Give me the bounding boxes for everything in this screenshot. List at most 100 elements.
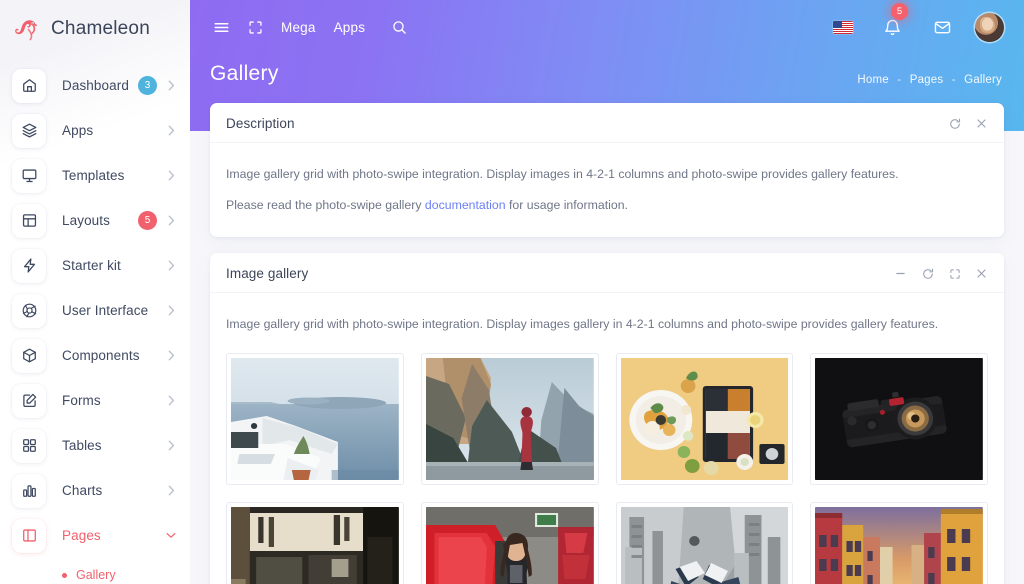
documentation-link[interactable]: documentation: [425, 198, 506, 212]
sidebar-item-starter-kit[interactable]: Starter kit: [0, 243, 190, 288]
chevron-right-icon: [166, 395, 176, 406]
gallery-image-japan: [231, 507, 399, 584]
breadcrumb-pages[interactable]: Pages: [910, 74, 944, 86]
gallery-image-rooftop: [620, 507, 789, 584]
sidebar-item-tables[interactable]: Tables: [0, 423, 190, 468]
chevron-right-icon: [166, 260, 176, 271]
sidebar-item-label: Components: [62, 348, 140, 363]
fullscreen-icon[interactable]: [238, 10, 272, 44]
edit-square-icon: [12, 383, 46, 418]
avatar[interactable]: [975, 12, 1004, 42]
chevron-right-icon: [166, 440, 176, 451]
sidebar-item-pages[interactable]: Pages: [0, 513, 190, 558]
sidebar-item-templates[interactable]: Templates: [0, 153, 190, 198]
sidebar-item-label: Apps: [62, 123, 94, 138]
gallery-item[interactable]: [420, 502, 599, 584]
bolt-icon: [12, 248, 46, 283]
topbar-mega-link[interactable]: Mega: [272, 10, 325, 44]
page-title: Gallery: [210, 62, 279, 85]
grid-icon: [12, 428, 46, 463]
sidebar-item-dashboard[interactable]: Dashboard 3: [0, 63, 190, 108]
sidebar-item-label: Starter kit: [62, 258, 121, 273]
breadcrumb-gallery[interactable]: Gallery: [964, 74, 1002, 86]
chevron-down-icon: [166, 532, 176, 539]
sidebar-item-label: Charts: [62, 483, 103, 498]
sidebar-item-forms[interactable]: Forms: [0, 378, 190, 423]
monitor-icon: [12, 158, 46, 193]
sidebar-badge: 3: [138, 76, 157, 95]
sidebar-item-charts[interactable]: Charts: [0, 468, 190, 513]
page-header: Gallery Home - Pages - Gallery: [190, 54, 1024, 86]
layout-icon: [12, 203, 46, 238]
sidebar: Chameleon Dashboard 3 Apps Templates Lay…: [0, 0, 190, 584]
sidebar-item-label: User Interface: [62, 303, 149, 318]
box-icon: [12, 338, 46, 373]
paragraph-text-before: Please read the photo-swipe gallery: [226, 198, 425, 213]
close-icon[interactable]: [975, 267, 988, 280]
sidebar-item-user-interface[interactable]: User Interface: [0, 288, 190, 333]
gallery-item[interactable]: [615, 502, 794, 584]
breadcrumb-separator: -: [951, 74, 956, 86]
gallery-item[interactable]: [226, 502, 404, 584]
us-flag-icon[interactable]: [833, 10, 853, 44]
gallery-item[interactable]: [420, 353, 599, 486]
sidebar-item-components[interactable]: Components: [0, 333, 190, 378]
brand-name: Chameleon: [51, 18, 150, 39]
gallery-image-food: [620, 358, 789, 481]
refresh-icon[interactable]: [921, 267, 934, 280]
gallery-image-mountain: [425, 358, 594, 481]
topbar-apps-link[interactable]: Apps: [325, 10, 375, 44]
sidebar-subitem-gallery[interactable]: Gallery: [0, 558, 190, 584]
gallery-description: Image gallery grid with photo-swipe inte…: [226, 317, 939, 332]
close-icon[interactable]: [975, 117, 988, 130]
hamburger-menu-icon[interactable]: [204, 10, 238, 44]
sidebar-item-layouts[interactable]: Layouts 5: [0, 198, 190, 243]
gallery-item[interactable]: [810, 502, 988, 584]
description-paragraph-1: Image gallery grid with photo-swipe inte…: [226, 167, 899, 181]
gallery-grid: [226, 353, 988, 584]
minimize-icon[interactable]: [894, 267, 907, 280]
main-area: Mega Apps 5 Gallery Home - Pages - Galle…: [190, 0, 1024, 584]
sidebar-subitem-label: Gallery: [76, 568, 116, 582]
sidebar-item-label: Templates: [62, 168, 125, 183]
breadcrumb-home[interactable]: Home: [857, 74, 888, 86]
description-paragraph-2: Please read the photo-swipe gallery docu…: [226, 196, 988, 215]
gallery-item[interactable]: [810, 353, 988, 486]
sidebar-item-label: Tables: [62, 438, 102, 453]
chevron-right-icon: [166, 125, 176, 136]
content: Description Image gallery grid with phot…: [190, 103, 1024, 584]
image-gallery-card: Image gallery Image gallery grid with ph…: [210, 253, 1004, 584]
fullscreen-icon[interactable]: [948, 267, 961, 280]
card-tools: [894, 267, 988, 280]
gallery-item[interactable]: [226, 353, 404, 486]
card-header: Description: [210, 103, 1004, 143]
breadcrumb: Home - Pages - Gallery: [857, 62, 1002, 86]
refresh-icon[interactable]: [948, 117, 961, 130]
sidebar-item-label: Pages: [62, 528, 101, 543]
sidebar-panel-icon: [12, 518, 46, 553]
chevron-right-icon: [166, 350, 176, 361]
card-body: Image gallery grid with photo-swipe inte…: [210, 293, 1004, 584]
sidebar-item-label: Layouts: [62, 213, 110, 228]
gallery-item[interactable]: [615, 353, 794, 486]
search-icon[interactable]: [382, 10, 416, 44]
gallery-image-santorini: [231, 358, 399, 481]
gallery-image-camera: [815, 358, 983, 481]
brand[interactable]: Chameleon: [0, 0, 190, 59]
breadcrumb-separator: -: [897, 74, 902, 86]
sidebar-item-apps[interactable]: Apps: [0, 108, 190, 153]
layers-icon: [12, 113, 46, 148]
card-body: Image gallery grid with photo-swipe inte…: [210, 143, 1004, 237]
card-header: Image gallery: [210, 253, 1004, 294]
bell-icon[interactable]: 5: [877, 3, 908, 44]
sidebar-item-label: Forms: [62, 393, 101, 408]
description-card: Description Image gallery grid with phot…: [210, 103, 1004, 238]
bell-badge-count: 5: [891, 3, 908, 20]
sidebar-badge: 5: [138, 211, 157, 230]
aperture-icon: [12, 293, 46, 328]
app-root: Chameleon Dashboard 3 Apps Templates Lay…: [0, 0, 1024, 584]
card-title: Description: [226, 116, 295, 131]
bullet-dot-icon: [62, 572, 67, 578]
mail-icon[interactable]: [925, 10, 959, 44]
sidebar-nav: Dashboard 3 Apps Templates Layouts 5 Sta…: [0, 59, 190, 584]
